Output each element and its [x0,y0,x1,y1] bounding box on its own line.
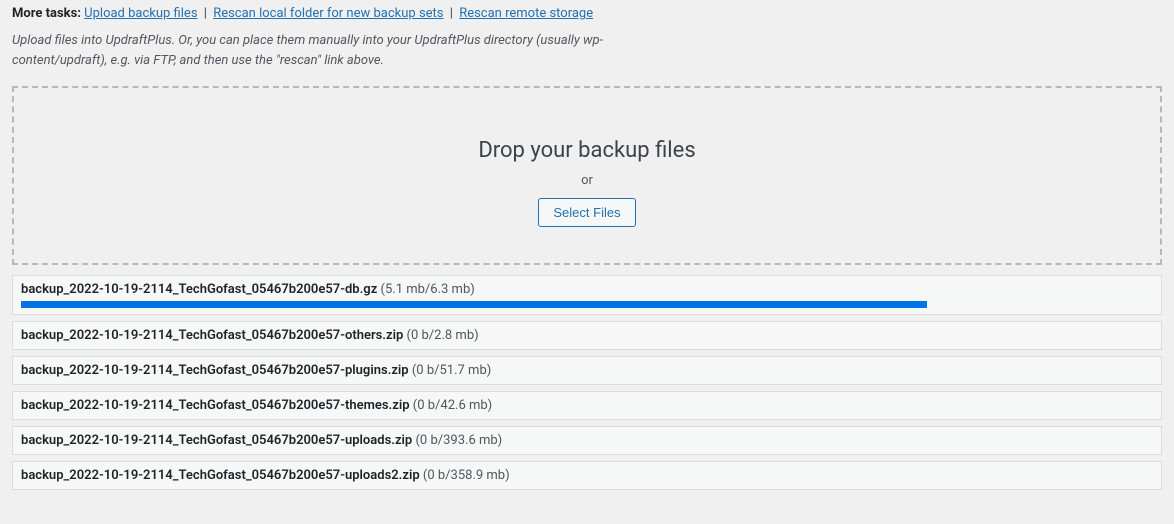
upload-size: (0 b/393.6 mb) [412,433,502,448]
upload-size: (5.1 mb/6.3 mb) [377,282,475,297]
upload-backup-link[interactable]: Upload backup files [84,6,197,21]
separator: | [450,6,453,21]
upload-row: backup_2022-10-19-2114_TechGofast_05467b… [12,391,1162,420]
upload-filename: backup_2022-10-19-2114_TechGofast_05467b… [21,433,412,448]
instruction-text: Upload files into UpdraftPlus. Or, you c… [12,31,632,70]
select-files-button[interactable]: Select Files [538,198,635,227]
dropzone[interactable]: Drop your backup files or Select Files [12,86,1162,265]
rescan-local-link[interactable]: Rescan local folder for new backup sets [213,6,443,21]
upload-size: (0 b/42.6 mb) [410,398,493,413]
upload-row: backup_2022-10-19-2114_TechGofast_05467b… [12,426,1162,455]
uploads-list: backup_2022-10-19-2114_TechGofast_05467b… [12,275,1162,490]
upload-filename: backup_2022-10-19-2114_TechGofast_05467b… [21,398,410,413]
upload-row: backup_2022-10-19-2114_TechGofast_05467b… [12,461,1162,490]
progress-fill [21,301,927,308]
upload-size: (0 b/51.7 mb) [409,363,492,378]
upload-filename: backup_2022-10-19-2114_TechGofast_05467b… [21,328,403,343]
upload-size: (0 b/2.8 mb) [403,328,478,343]
upload-filename: backup_2022-10-19-2114_TechGofast_05467b… [21,363,409,378]
separator: | [204,6,207,21]
upload-filename: backup_2022-10-19-2114_TechGofast_05467b… [21,282,377,297]
more-tasks-label: More tasks: [12,6,81,21]
dropzone-or: or [34,173,1140,188]
progress-bar [21,301,1153,308]
upload-row: backup_2022-10-19-2114_TechGofast_05467b… [12,321,1162,350]
dropzone-heading: Drop your backup files [34,138,1140,163]
upload-row: backup_2022-10-19-2114_TechGofast_05467b… [12,275,1162,315]
rescan-remote-link[interactable]: Rescan remote storage [459,6,593,21]
more-tasks-line: More tasks: Upload backup files | Rescan… [12,6,1162,21]
upload-filename: backup_2022-10-19-2114_TechGofast_05467b… [21,468,420,483]
upload-row: backup_2022-10-19-2114_TechGofast_05467b… [12,356,1162,385]
upload-size: (0 b/358.9 mb) [420,468,510,483]
